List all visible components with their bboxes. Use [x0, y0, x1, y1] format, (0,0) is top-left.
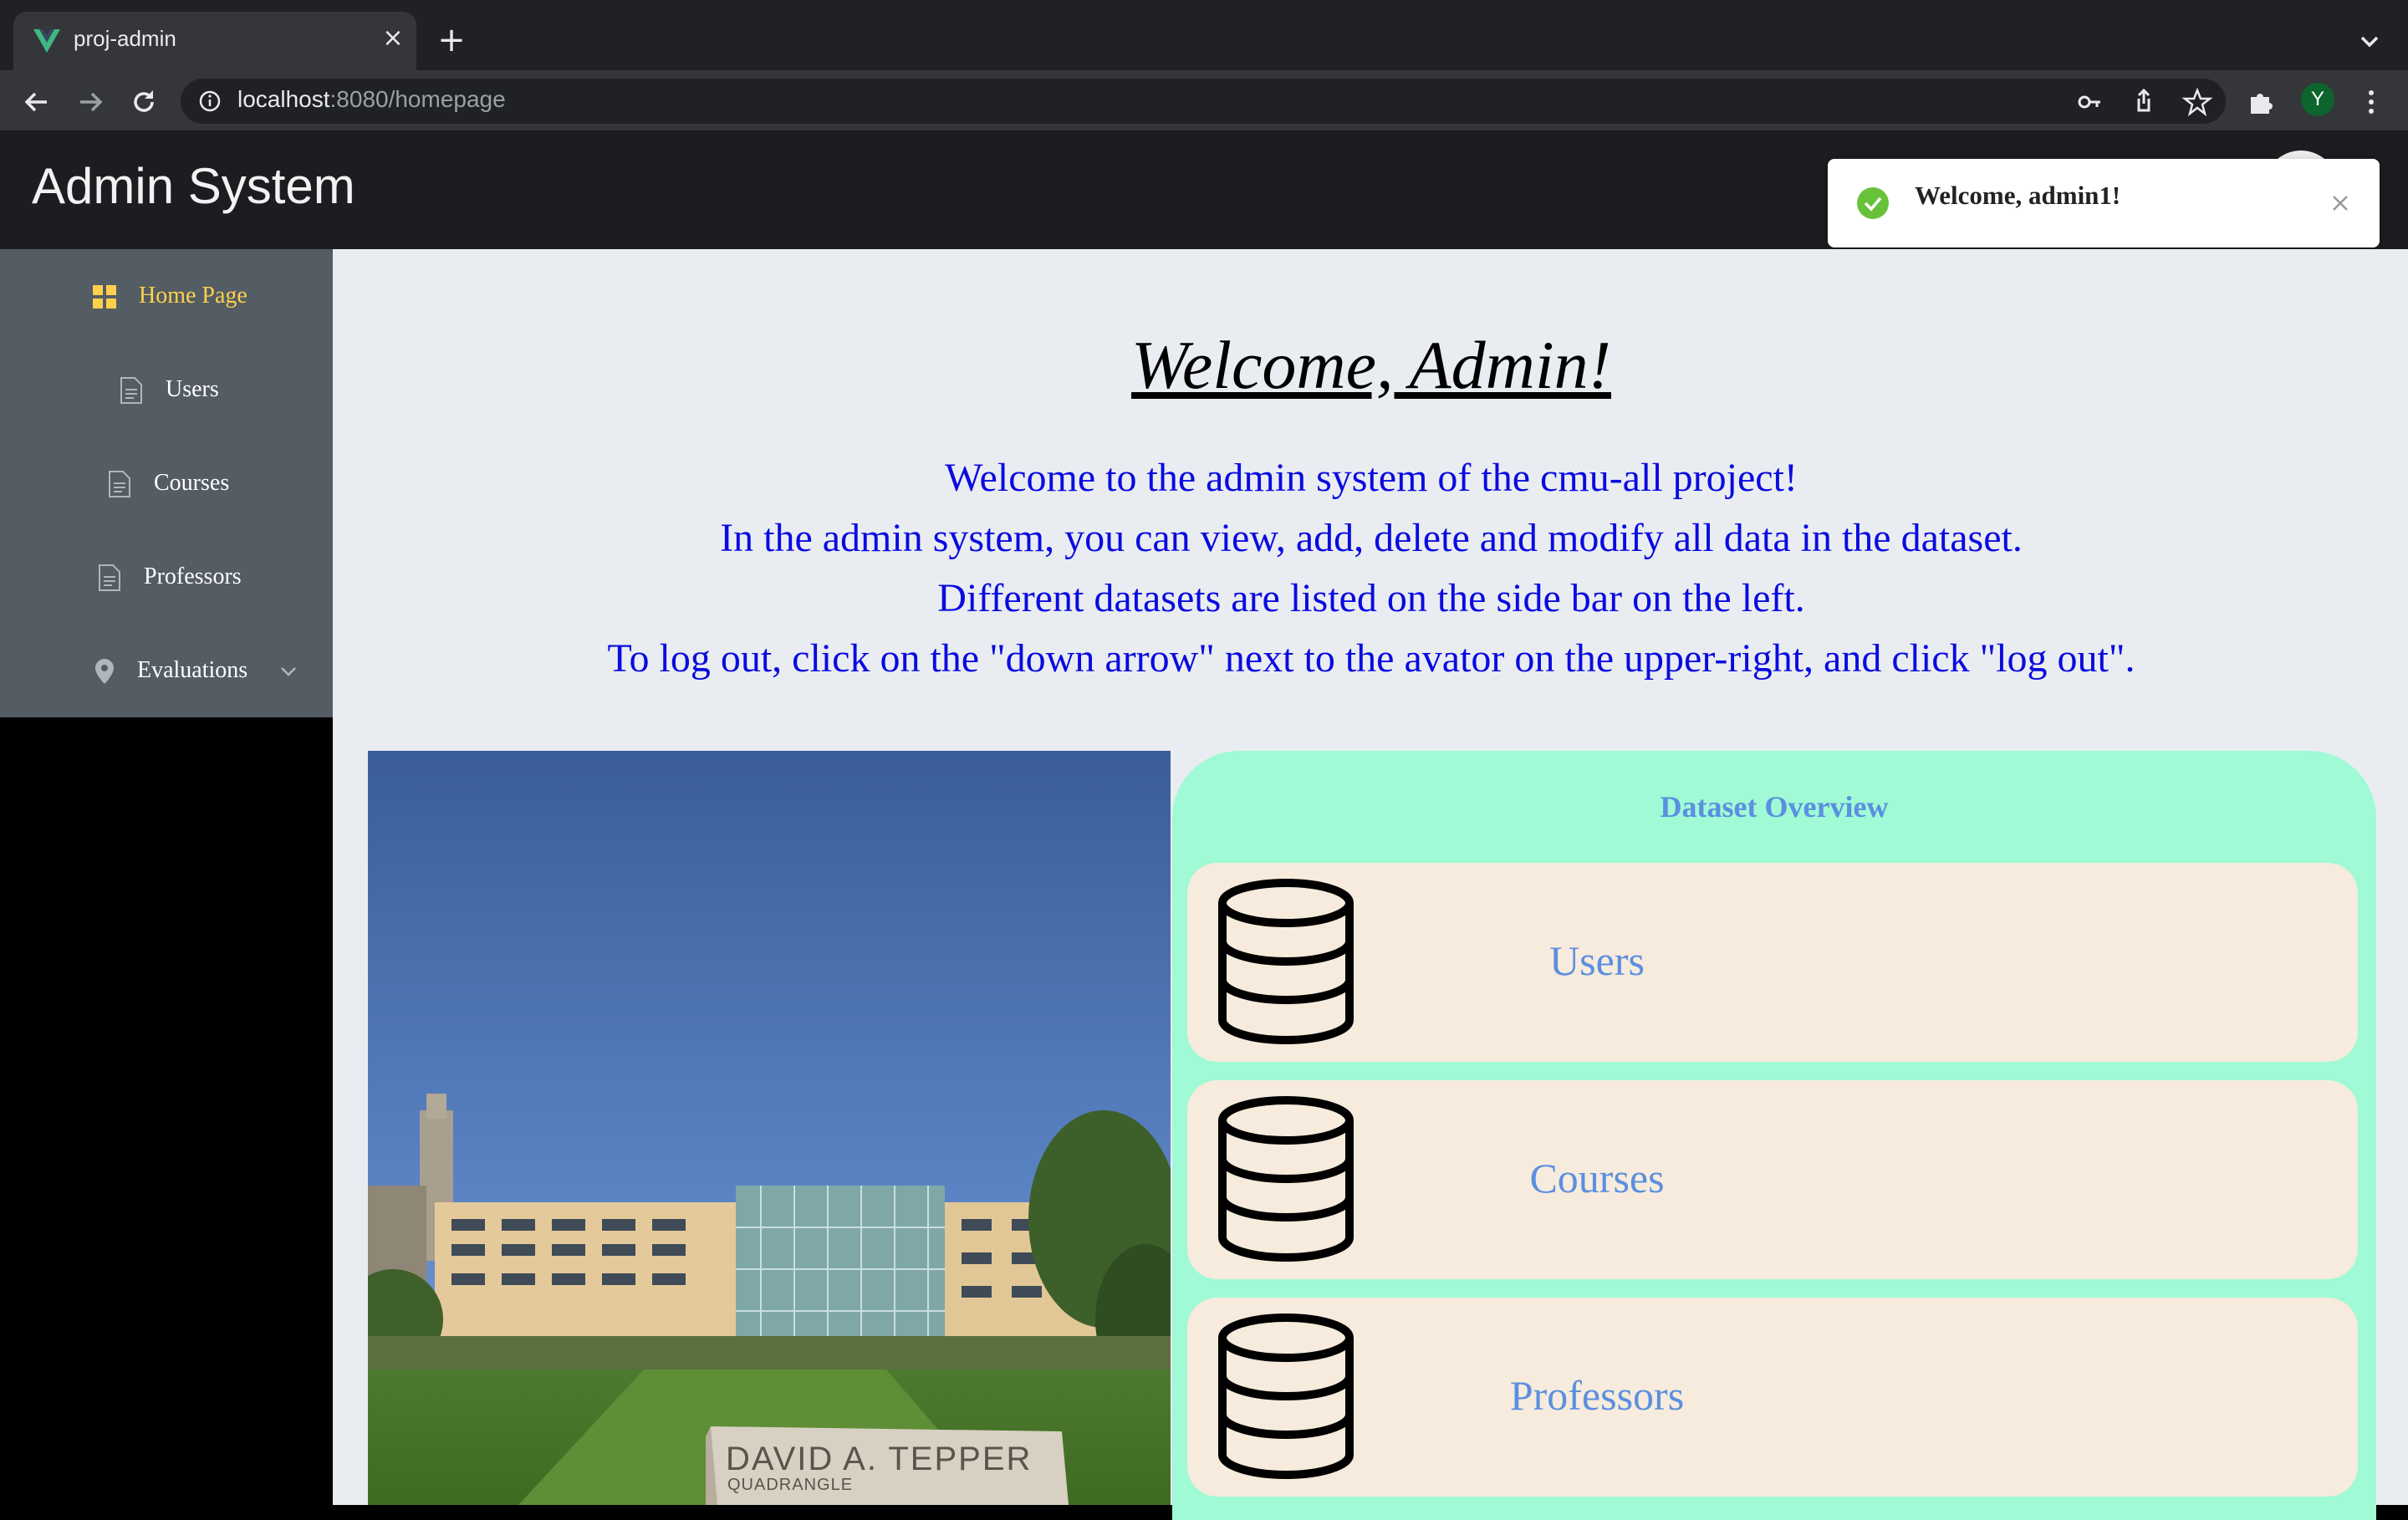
new-tab-button[interactable]: +: [433, 22, 470, 59]
vue-logo-icon: [33, 29, 60, 53]
chevron-down-icon: [281, 667, 296, 676]
intro-line: To log out, click on the "down arrow" ne…: [607, 636, 2135, 681]
close-icon[interactable]: [2324, 187, 2356, 219]
toast-message: Welcome, admin1!: [1915, 181, 2121, 210]
forward-arrow-icon[interactable]: [72, 84, 109, 120]
document-icon: [99, 564, 120, 591]
page-title: Welcome, Admin!: [1131, 327, 1611, 403]
tab-title: proj-admin: [74, 26, 176, 51]
intro-line: Welcome to the admin system of the cmu-a…: [945, 456, 1798, 500]
location-pin-icon: [95, 659, 114, 684]
success-check-icon: [1857, 187, 1889, 219]
dataset-card-label[interactable]: Professors: [1354, 1371, 1839, 1420]
sidebar-item-label: Professors: [144, 564, 242, 589]
database-icon: [1218, 1313, 1354, 1480]
sidebar-item-label: Home Page: [139, 283, 247, 309]
key-icon[interactable]: [2072, 84, 2109, 120]
back-arrow-icon[interactable]: [18, 84, 55, 120]
database-icon: [1218, 1096, 1354, 1262]
overview-title: Dataset Overview: [1660, 790, 1889, 824]
app-title: Admin System: [32, 158, 355, 214]
reload-icon[interactable]: [125, 84, 162, 120]
browser-profile-avatar[interactable]: Y: [2301, 83, 2334, 116]
sign-subtitle: QUADRANGLE: [727, 1476, 853, 1494]
intro-line: In the admin system, you can view, add, …: [720, 516, 2023, 560]
url-text[interactable]: localhost:8080/homepage: [237, 86, 506, 113]
dataset-card-label[interactable]: Courses: [1354, 1154, 1839, 1202]
sidebar-item-label: Courses: [154, 470, 230, 496]
sidebar-item-professors[interactable]: Professors: [0, 530, 333, 624]
info-icon[interactable]: [197, 89, 222, 114]
document-icon: [109, 471, 130, 497]
sidebar-item-label: Evaluations: [137, 657, 248, 683]
intro-text: Welcome to the admin system of the cmu-a…: [334, 448, 2408, 689]
intro-line: Different datasets are listed on the sid…: [937, 576, 1805, 620]
grid-icon: [93, 285, 116, 309]
share-icon[interactable]: [2125, 84, 2162, 120]
database-icon: [1218, 879, 1354, 1045]
star-icon[interactable]: [2179, 84, 2216, 120]
more-menu-icon[interactable]: [2353, 84, 2390, 120]
dataset-card-label[interactable]: Users: [1354, 936, 1839, 985]
sidebar-item-courses[interactable]: Courses: [0, 436, 333, 530]
browser-tab[interactable]: proj-admin ×: [13, 12, 416, 70]
sign-title: DAVID A. TEPPER: [726, 1441, 1032, 1477]
chevron-down-icon[interactable]: [2351, 23, 2388, 60]
sidebar-item-evaluations[interactable]: Evaluations: [0, 624, 333, 717]
campus-photo: DAVID A. TEPPER QUADRANGLE: [368, 751, 1171, 1505]
extensions-puzzle-icon[interactable]: [2242, 84, 2279, 120]
tab-close-button[interactable]: ×: [376, 22, 410, 55]
